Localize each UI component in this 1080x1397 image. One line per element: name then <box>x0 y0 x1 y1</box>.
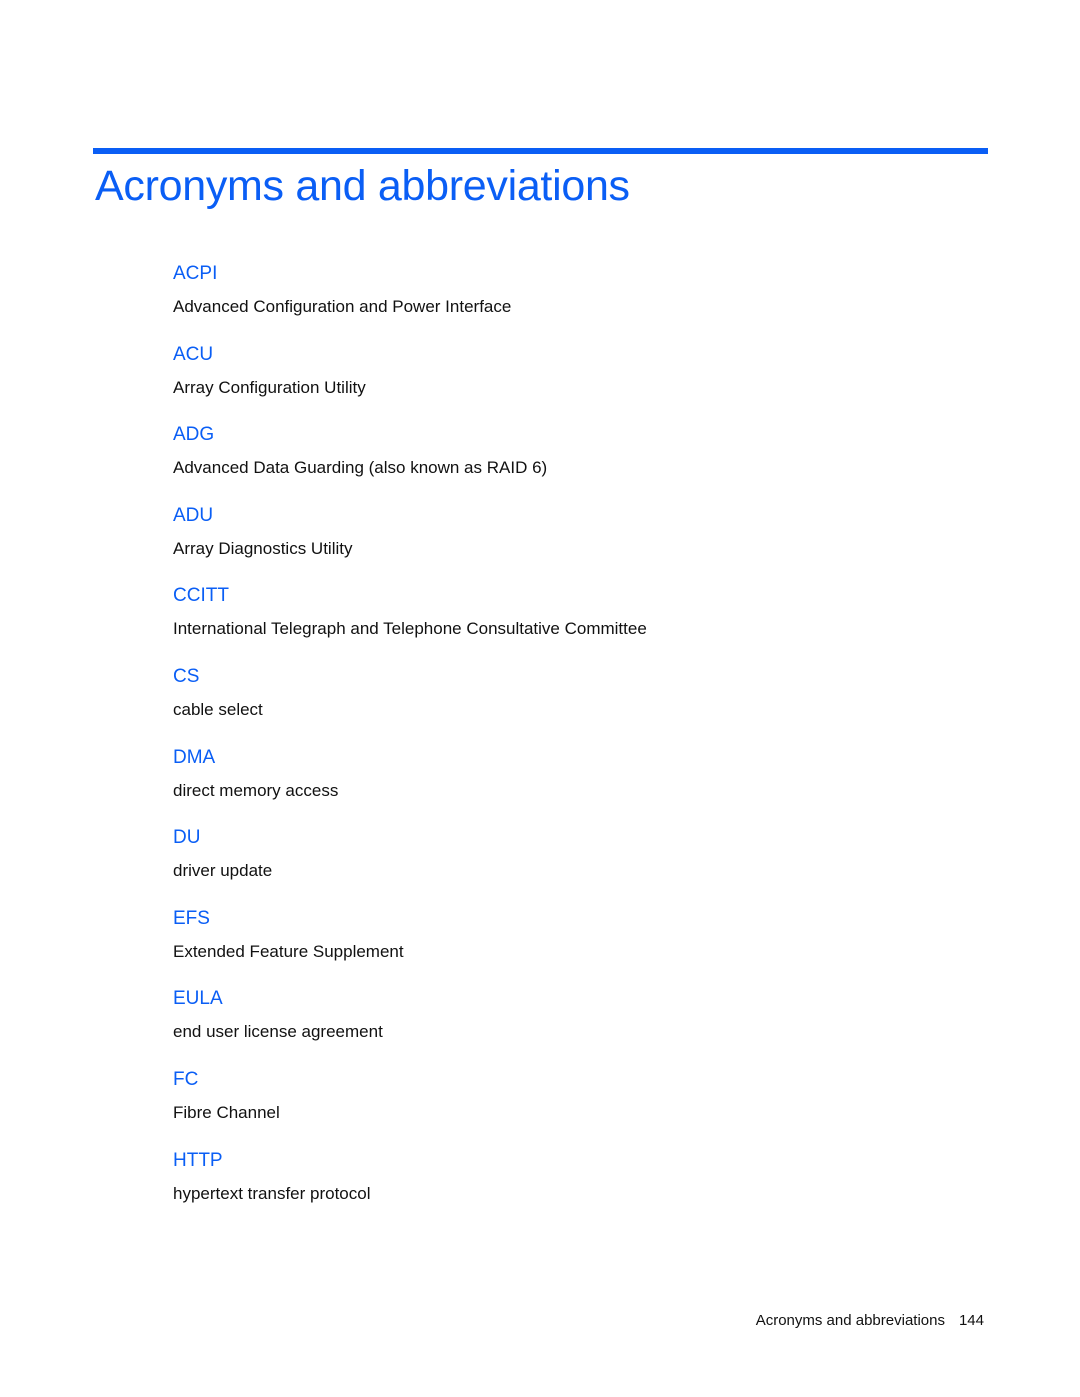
acronym-term: ADU <box>173 504 214 526</box>
acronym-definition: International Telegraph and Telephone Co… <box>173 619 647 639</box>
acronym-entry: ACPI Advanced Configuration and Power In… <box>173 262 647 343</box>
acronym-term: FC <box>173 1068 199 1090</box>
acronym-entry: DU driver update <box>173 826 647 907</box>
acronym-term: CS <box>173 665 200 687</box>
acronym-entry: ACU Array Configuration Utility <box>173 343 647 424</box>
acronym-definition: end user license agreement <box>173 1022 383 1042</box>
acronym-term: DU <box>173 827 201 849</box>
acronym-entry: HTTP hypertext transfer protocol <box>173 1149 647 1230</box>
acronym-term: CCITT <box>173 585 229 607</box>
acronym-definition: Advanced Configuration and Power Interfa… <box>173 297 512 316</box>
acronym-term: EFS <box>173 907 210 929</box>
footer-section-title: Acronyms and abbreviations <box>755 1312 945 1329</box>
acronym-definition: Fibre Channel <box>173 1102 280 1122</box>
acronym-entry: DMA direct memory access <box>173 746 647 827</box>
acronym-term: ACU <box>173 343 214 365</box>
acronym-definition: driver update <box>173 861 273 881</box>
acronym-entry: EFS Extended Feature Supplement <box>173 907 647 988</box>
acronym-entry: CS cable select <box>173 665 647 746</box>
acronym-entry: ADG Advanced Data Guarding (also known a… <box>173 423 647 504</box>
page-number: 144 <box>958 1312 984 1329</box>
acronym-entry: ADU Array Diagnostics Utility <box>173 504 647 585</box>
acronym-list: ACPI Advanced Configuration and Power In… <box>173 262 647 1229</box>
page-title: Acronyms and abbreviations <box>95 162 630 210</box>
acronym-definition: Array Diagnostics Utility <box>173 538 353 558</box>
acronym-definition: Extended Feature Supplement <box>173 941 404 961</box>
acronym-entry: EULA end user license agreement <box>173 987 647 1068</box>
acronym-term: HTTP <box>173 1149 223 1171</box>
acronym-definition: cable select <box>173 699 263 719</box>
acronym-definition: hypertext transfer protocol <box>173 1183 371 1203</box>
acronym-term: ADG <box>173 424 215 446</box>
page-footer: Acronyms and abbreviations 144 <box>756 1312 984 1329</box>
acronym-definition: direct memory access <box>173 780 339 800</box>
acronym-definition: Array Configuration Utility <box>173 377 366 397</box>
acronym-definition: Advanced Data Guarding (also known as RA… <box>173 458 548 478</box>
acronym-entry: FC Fibre Channel <box>173 1068 647 1149</box>
acronym-term: ACPI <box>173 263 218 284</box>
acronym-entry: CCITT International Telegraph and Teleph… <box>173 584 647 665</box>
acronym-term: EULA <box>173 988 223 1010</box>
acronym-term: DMA <box>173 746 216 768</box>
title-rule <box>93 148 988 154</box>
